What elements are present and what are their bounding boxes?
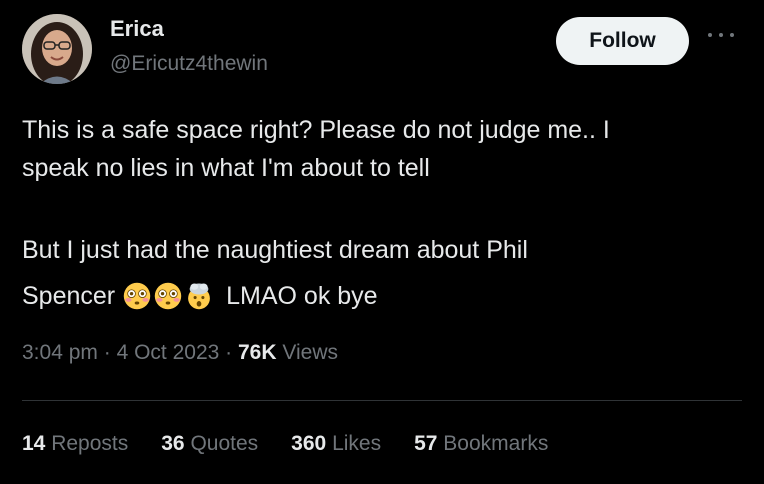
likes-count: 360 [291,432,327,455]
tweet-date[interactable]: 4 Oct 2023 [117,341,220,364]
tweet-meta: 3:04 pm · 4 Oct 2023 · 76K Views [22,341,338,365]
exploding-head-icon [188,283,211,310]
likes-label: Likes [332,432,382,455]
more-options-icon[interactable] [708,30,734,40]
bookmarks-count: 57 [414,432,438,455]
views-label: Views [282,341,339,364]
tweet-card: Erica @Ericutz4thewin Follow This is a s… [0,0,764,484]
tweet-text-segment: LMAO ok bye [226,282,378,310]
avatar-image [22,14,92,84]
avatar[interactable] [22,14,92,84]
tweet-stats: 14 Reposts 36 Quotes 360 Likes 57 Bookma… [22,432,581,456]
meta-separator: · [103,341,111,364]
quotes-count: 36 [161,432,185,455]
user-handle[interactable]: @Ericutz4thewin [110,52,268,76]
likes-stat[interactable]: 360 Likes [291,432,381,456]
tweet-text-line: But I just had the naughtiest dream abou… [22,236,528,264]
reposts-label: Reposts [51,432,129,455]
quotes-label: Quotes [190,432,259,455]
emoji-group [123,282,216,310]
tweet-text-segment: Spencer [22,282,116,310]
bookmarks-label: Bookmarks [443,432,549,455]
tweet-text-line: speak no lies in what I'm about to tell [22,154,430,182]
bookmarks-stat[interactable]: 57 Bookmarks [414,432,548,456]
follow-button[interactable]: Follow [556,17,689,65]
reposts-stat[interactable]: 14 Reposts [22,432,128,456]
views-count: 76K [238,341,277,364]
display-name[interactable]: Erica [110,16,164,42]
reposts-count: 14 [22,432,46,455]
tweet-text-line: This is a safe space right? Please do no… [22,116,610,144]
tweet-text-line: Spencer LMAO ok bye [22,278,742,314]
quotes-stat[interactable]: 36 Quotes [161,432,258,456]
flushed-face-icon [154,282,182,310]
divider [22,400,742,401]
meta-separator: · [225,341,233,364]
flushed-face-icon [123,282,151,310]
tweet-time[interactable]: 3:04 pm [22,341,98,364]
